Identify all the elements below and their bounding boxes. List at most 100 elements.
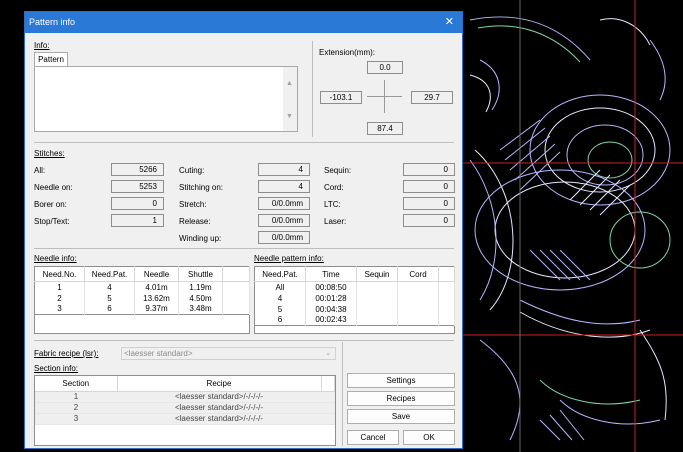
stitch-stitching-on-value: 4 bbox=[258, 180, 310, 193]
table-row[interactable]: 2 5 13.62m 4.50m bbox=[34, 292, 250, 304]
stitch-borer-on-value: 0 bbox=[111, 197, 164, 210]
stitches-label: Stitches: bbox=[34, 149, 65, 158]
pattern-col-filler bbox=[438, 266, 455, 282]
cell bbox=[356, 303, 398, 315]
cell bbox=[438, 281, 455, 293]
stitch-needle-on-label: Needle on: bbox=[34, 183, 73, 192]
title-bar: Pattern info ✕ bbox=[25, 12, 462, 33]
section-info-table: Section Recipe 1 <laesser standard>/-/-/… bbox=[35, 376, 335, 425]
needle-col-needle[interactable]: Needle bbox=[134, 266, 179, 282]
extension-bottom-value: 87.4 bbox=[367, 122, 403, 135]
pattern-col-cord[interactable]: Cord bbox=[397, 266, 439, 282]
settings-button[interactable]: Settings bbox=[347, 373, 455, 388]
window-title: Pattern info bbox=[29, 17, 76, 27]
table-row[interactable]: 3 6 9.37m 3.48m bbox=[34, 303, 250, 315]
table-row[interactable]: 4 00:01:28 bbox=[254, 292, 455, 304]
stitch-cord-label: Cord: bbox=[324, 183, 344, 192]
info-label: Info: bbox=[34, 41, 50, 50]
save-button[interactable]: Save bbox=[347, 409, 455, 424]
stitch-all-value: 5266 bbox=[111, 163, 164, 176]
cell: 6 bbox=[84, 303, 135, 315]
cancel-button[interactable]: Cancel bbox=[347, 430, 399, 445]
cell bbox=[397, 292, 439, 304]
cell bbox=[356, 281, 398, 293]
scroll-down-icon[interactable]: ▼ bbox=[286, 113, 293, 120]
stitch-release-label: Release: bbox=[179, 217, 211, 226]
needle-col-shuttle[interactable]: Shuttle bbox=[178, 266, 223, 282]
stitch-borer-on-label: Borer on: bbox=[34, 200, 67, 209]
cell: 00:08:50 bbox=[305, 281, 357, 293]
section-col-section[interactable]: Section bbox=[35, 376, 118, 392]
pattern-col-need-pat[interactable]: Need.Pat. bbox=[254, 266, 306, 282]
cell: 4 bbox=[254, 292, 306, 304]
buttons-divider bbox=[342, 342, 343, 446]
stitches-divider bbox=[34, 142, 454, 143]
cell: <laesser standard>/-/-/-/- bbox=[117, 413, 321, 425]
stitch-stretch-value: 0/0.0mm bbox=[258, 197, 310, 210]
extension-top-value: 0.0 bbox=[367, 61, 403, 74]
table-row[interactable]: 2 <laesser standard>/-/-/-/- bbox=[35, 402, 335, 414]
stitch-cuting-value: 4 bbox=[258, 163, 310, 176]
stitch-sequin-value: 0 bbox=[403, 163, 455, 176]
cell bbox=[222, 292, 250, 304]
stitch-stop-text-label: Stop/Text: bbox=[34, 217, 70, 226]
stitch-stitching-on-label: Stitching on: bbox=[179, 183, 224, 192]
tab-pattern[interactable]: Pattern bbox=[34, 52, 68, 67]
table-row[interactable]: 1 <laesser standard>/-/-/-/- bbox=[35, 391, 335, 403]
stitch-all-label: All: bbox=[34, 166, 46, 175]
cell: 1 bbox=[35, 391, 117, 403]
needle-info-label: Needle info: bbox=[34, 254, 77, 263]
cell: 4 bbox=[84, 281, 135, 293]
ok-button[interactable]: OK bbox=[403, 430, 455, 445]
cell: 5 bbox=[254, 303, 306, 315]
cell: 2 bbox=[35, 402, 117, 414]
recipes-button[interactable]: Recipes bbox=[347, 391, 455, 406]
cell bbox=[397, 281, 439, 293]
needle-col-need-pat[interactable]: Need.Pat. bbox=[84, 266, 135, 282]
pattern-memo-textarea[interactable]: ▲ ▼ bbox=[34, 66, 298, 132]
pattern-info-dialog: Pattern info ✕ Info: Pattern ▲ ▼ Extensi… bbox=[24, 11, 463, 449]
cell bbox=[222, 281, 250, 293]
cell: 4.01m bbox=[134, 281, 179, 293]
cell: 3 bbox=[35, 413, 117, 425]
cell: 00:04:38 bbox=[305, 303, 357, 315]
cell bbox=[321, 402, 335, 414]
cell: <laesser standard>/-/-/-/- bbox=[117, 402, 321, 414]
cell: 9.37m bbox=[134, 303, 179, 315]
needle-col-filler bbox=[222, 266, 250, 282]
table-row[interactable]: 6 00:02:43 bbox=[254, 314, 455, 326]
cell: 00:02:43 bbox=[305, 314, 357, 326]
extension-crosshair-v bbox=[384, 80, 385, 113]
table-row[interactable]: 1 4 4.01m 1.19m bbox=[34, 281, 250, 293]
cell bbox=[397, 303, 439, 315]
cell bbox=[356, 314, 398, 326]
pattern-col-sequin[interactable]: Sequin bbox=[356, 266, 398, 282]
chevron-down-icon[interactable]: ⌄ bbox=[325, 348, 331, 359]
stitch-winding-up-label: Winding up: bbox=[179, 234, 222, 243]
stitch-sequin-label: Sequin: bbox=[324, 166, 352, 175]
table-row[interactable]: 5 00:04:38 bbox=[254, 303, 455, 315]
table-row[interactable]: 3 <laesser standard>/-/-/-/- bbox=[35, 413, 335, 425]
cell bbox=[321, 413, 335, 425]
section-col-recipe[interactable]: Recipe bbox=[117, 376, 322, 392]
stitch-laser-label: Laser: bbox=[324, 217, 347, 226]
cell bbox=[397, 314, 439, 326]
cell: 3 bbox=[34, 303, 85, 315]
pattern-col-time[interactable]: Time bbox=[305, 266, 357, 282]
cell: <laesser standard>/-/-/-/- bbox=[117, 391, 321, 403]
stitch-stretch-label: Stretch: bbox=[179, 200, 207, 209]
section-info-label: Section info: bbox=[34, 364, 79, 373]
fabric-recipe-select[interactable]: <laesser standard> ⌄ bbox=[121, 347, 336, 360]
needle-info-table: Need.No. Need.Pat. Needle Shuttle 1 4 4.… bbox=[34, 266, 250, 315]
scroll-up-icon[interactable]: ▲ bbox=[286, 80, 293, 87]
recipe-divider bbox=[34, 340, 454, 341]
cell bbox=[438, 292, 455, 304]
stitch-cuting-label: Cuting: bbox=[179, 166, 205, 175]
table-row[interactable]: All 00:08:50 bbox=[254, 281, 455, 293]
memo-scrollbar[interactable]: ▲ ▼ bbox=[283, 67, 297, 131]
needle-col-need-no[interactable]: Need.No. bbox=[34, 266, 85, 282]
cell bbox=[438, 303, 455, 315]
cell bbox=[222, 303, 250, 315]
close-icon[interactable]: ✕ bbox=[445, 15, 454, 28]
stitch-ltc-value: 0 bbox=[403, 197, 455, 210]
